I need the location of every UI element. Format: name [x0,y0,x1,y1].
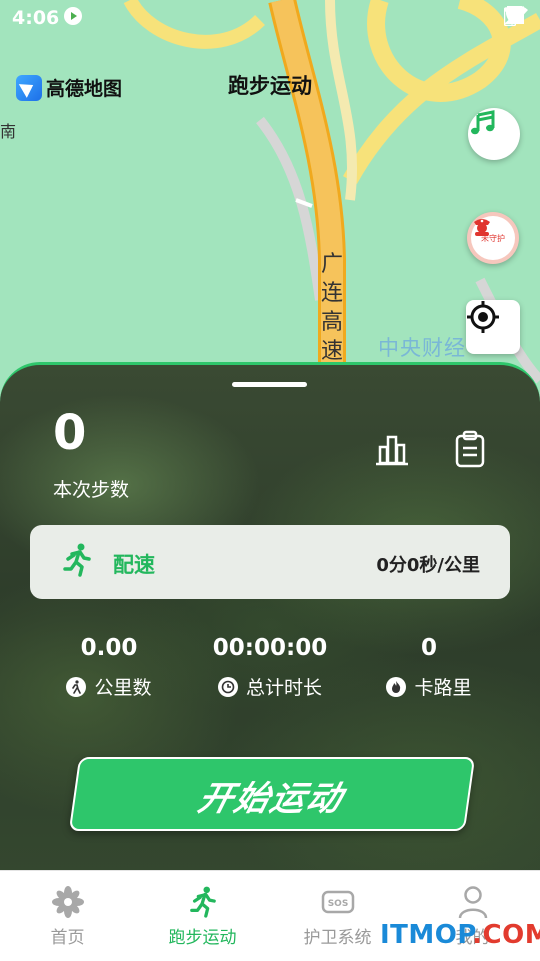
status-bar: 4:06 [0,0,540,36]
tab-home[interactable]: 首页 [0,885,135,948]
clipboard-icon[interactable] [450,429,490,469]
stat-calories: 0 卡路里 [339,635,519,700]
page-title: 跑步运动 [228,74,312,98]
clock-icon [217,676,238,697]
stat-value: 00:00:00 [212,635,328,661]
step-label: 本次步数 [53,479,130,501]
pace-value: 0分0秒/公里 [376,555,480,576]
guard-status-button[interactable]: 未守护 [467,212,519,264]
flame-icon [386,676,407,697]
runner-icon [62,543,92,581]
tab-running[interactable]: 跑步运动 [135,885,270,948]
stat-value: 0.00 [80,635,138,661]
pinwheel-icon [0,885,135,919]
music-button[interactable] [468,108,520,160]
stat-label: 卡路里 [414,677,472,699]
watermark-suffix: .COM [472,920,540,950]
walk-icon [66,676,87,697]
stat-label: 公里数 [94,677,152,699]
district-label: 中央财经 [378,336,466,360]
runner-icon [135,885,270,919]
pace-card: 配速 0分0秒/公里 [30,525,510,599]
svg-text:SOS: SOS [327,899,348,909]
road-label: 广连高速 [320,252,343,364]
map-view[interactable]: 4:06 高德地图 跑步运动 南 广连高速 中央财经 未守护 [0,0,540,420]
sos-icon: SOS [270,885,405,919]
tab-label: 首页 [50,928,85,948]
pace-label: 配速 [113,553,155,577]
stat-distance: 0.00 公里数 [19,635,199,700]
stats-row: 0.00 公里数 00:00:00 总计时长 0 卡路里 [0,635,540,705]
start-exercise-label: 开始运动 [194,779,348,819]
stat-duration: 00:00:00 总计时长 [180,635,360,700]
drag-handle[interactable] [232,382,307,387]
stat-value: 0 [420,635,437,661]
person-icon [405,885,540,919]
media-play-icon [64,7,82,25]
site-watermark: ITMOP.COM [380,920,540,950]
locate-button[interactable] [466,300,520,354]
stat-label: 总计时长 [245,677,322,699]
start-exercise-button[interactable]: 开始运动 [68,757,476,831]
watermark-text: ITMOP [380,920,473,950]
tab-label: 跑步运动 [168,928,237,948]
chart-icon[interactable] [372,429,412,469]
map-edge-label: 南 [0,122,17,141]
run-panel: 0 本次步数 配速 0分0秒/公里 0.00 公里数 00:00:00 总计时长… [0,362,540,873]
status-time: 4:06 [12,7,60,29]
step-count: 0 [53,405,87,461]
